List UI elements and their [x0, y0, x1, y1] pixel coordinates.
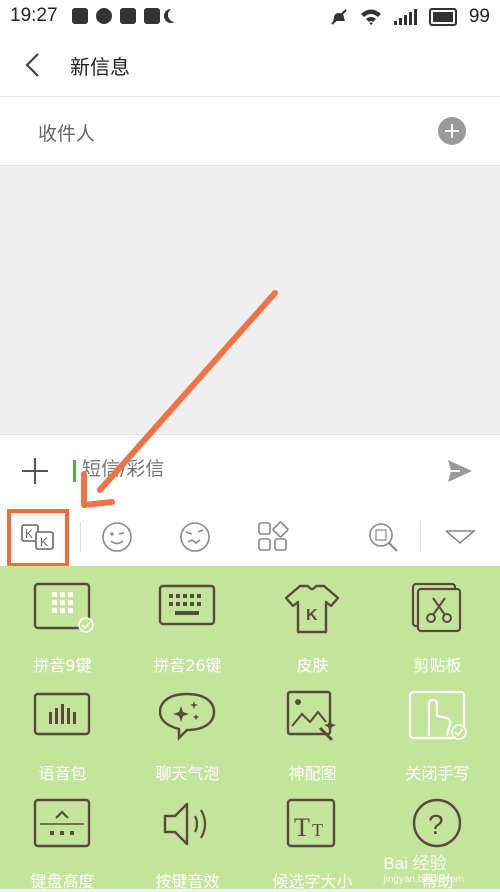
panel-item-image-match[interactable]: 神配图	[250, 674, 375, 783]
chat-bubble-icon	[158, 692, 216, 741]
panel-item-label: 拼音26键	[153, 656, 222, 675]
watermark-sub: jingyan.baidu.com	[383, 874, 464, 885]
pinyin26-icon	[158, 584, 216, 626]
candidate-size-icon: T T	[286, 798, 336, 848]
image-search-icon[interactable]	[366, 520, 400, 554]
panel-item-voice-pack[interactable]: 语音包	[0, 674, 125, 783]
add-recipient-icon[interactable]	[438, 117, 466, 145]
panel-item-label: 拼音9键	[33, 656, 92, 675]
toolbar-divider	[80, 522, 81, 552]
image-match-icon	[286, 690, 336, 742]
panel-item-pinyin26[interactable]: 拼音26键	[125, 566, 250, 675]
battery-icon	[428, 8, 457, 26]
panel-item-key-sound[interactable]: 按键音效	[125, 782, 250, 891]
panel-item-label: 语音包	[38, 764, 87, 783]
panel-item-keyboard-height[interactable]: 键盘高度	[0, 782, 125, 891]
moon-icon	[168, 8, 182, 22]
key-sound-icon	[163, 802, 207, 846]
watermark-text: Bai 经验	[383, 854, 447, 873]
status-bar: 19:27 99	[0, 0, 500, 34]
panel-item-label: 候选字大小	[272, 872, 353, 891]
pinyin9-icon	[33, 582, 94, 633]
keyboard-toolbar: K K	[0, 508, 500, 566]
skin-icon: K	[284, 584, 340, 634]
voice-pack-icon	[33, 692, 91, 736]
wifi-icon	[360, 9, 381, 25]
collapse-keyboard-icon[interactable]	[443, 520, 477, 554]
panel-item-label: 剪贴板	[413, 656, 462, 675]
panel-item-handwriting[interactable]: 关闭手写	[375, 674, 500, 783]
message-input[interactable]	[80, 457, 424, 481]
recipient-field[interactable]: 收件人	[0, 97, 500, 166]
text-cursor	[73, 460, 76, 482]
toolbar-divider-2	[420, 522, 421, 552]
apps-grid-icon[interactable]	[256, 520, 290, 554]
recipient-label: 收件人	[38, 123, 96, 145]
message-thread-area	[0, 166, 500, 434]
highlight-box	[7, 509, 69, 567]
back-icon[interactable]	[20, 50, 50, 80]
signal-icon	[393, 9, 417, 25]
handwriting-icon	[408, 690, 467, 740]
panel-item-label: 键盘高度	[30, 872, 95, 891]
page-title: 新信息	[70, 55, 130, 79]
emoticon-icon[interactable]	[178, 520, 212, 554]
panel-item-label: 按键音效	[155, 872, 220, 891]
svg-text:T: T	[312, 820, 323, 840]
status-time: 19:27	[10, 5, 58, 26]
header: 新信息	[0, 34, 500, 97]
panel-item-label: 聊天气泡	[155, 764, 220, 783]
upload-icon	[72, 8, 88, 24]
notification-icons	[72, 8, 182, 24]
svg-text:K: K	[306, 607, 318, 624]
panel-item-clipboard[interactable]: 剪贴板	[375, 566, 500, 675]
svg-text:?: ?	[428, 809, 444, 840]
emoji-icon[interactable]	[100, 520, 134, 554]
keyboard-icon	[144, 8, 160, 24]
function-panel: 拼音9键 拼音26键 K 皮肤 剪贴板 语音包 聊天气泡 神配图 关闭手写 键盘…	[0, 566, 500, 891]
clipboard-icon	[411, 582, 462, 633]
sync-icon	[96, 8, 112, 24]
panel-item-label: 皮肤	[296, 656, 329, 675]
keyboard-height-icon	[33, 798, 91, 848]
send-icon[interactable]	[446, 457, 474, 485]
status-right: 99	[330, 6, 490, 28]
mute-icon	[331, 9, 347, 25]
panel-item-pinyin9[interactable]: 拼音9键	[0, 566, 125, 675]
image-icon	[120, 8, 136, 24]
compose-bar	[0, 434, 500, 509]
watermark: Bai 经验 jingyan.baidu.com	[383, 849, 464, 885]
battery-level: 99	[468, 6, 490, 27]
panel-item-chat-bubble[interactable]: 聊天气泡	[125, 674, 250, 783]
panel-item-candidate-size[interactable]: T T 候选字大小	[250, 782, 375, 891]
attach-plus-icon[interactable]	[22, 458, 48, 484]
panel-item-label: 关闭手写	[405, 764, 470, 783]
svg-text:T: T	[294, 813, 310, 842]
panel-item-label: 神配图	[288, 764, 337, 783]
panel-item-skin[interactable]: K 皮肤	[250, 566, 375, 675]
